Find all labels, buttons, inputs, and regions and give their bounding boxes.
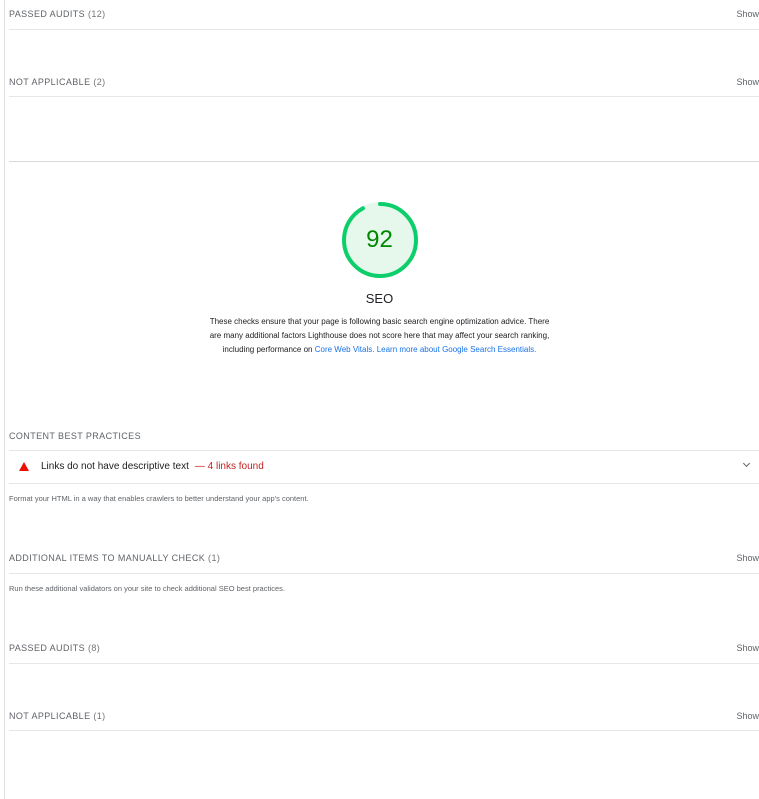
- group-description: Format your HTML in a way that enables c…: [9, 494, 309, 503]
- chevron-down-icon[interactable]: [742, 459, 751, 468]
- show-button[interactable]: Show: [736, 77, 759, 87]
- group-title: NOT APPLICABLE (2): [9, 77, 106, 87]
- audit-detail: — 4 links found: [194, 461, 264, 472]
- seo-learn-more-link[interactable]: Core Web Vitals. Learn more about Google…: [315, 345, 537, 354]
- seo-score-gauge[interactable]: 92: [340, 200, 420, 280]
- show-button[interactable]: Show: [736, 643, 759, 653]
- not-applicable-group-top[interactable]: NOT APPLICABLE (2) Show: [9, 77, 759, 87]
- content-best-practices-group: CONTENT BEST PRACTICES: [9, 431, 759, 441]
- seo-score-value: 92: [366, 226, 393, 253]
- group-description: Run these additional validators on your …: [9, 584, 285, 593]
- left-border: [4, 0, 5, 799]
- show-button[interactable]: Show: [736, 9, 759, 19]
- warning-triangle-icon: [19, 462, 29, 471]
- audit-title: Links do not have descriptive text: [41, 461, 189, 472]
- audit-link-text[interactable]: Links do not have descriptive text — 4 l…: [9, 450, 759, 483]
- group-count: (2): [93, 77, 106, 87]
- seo-description: These checks ensure that your page is fo…: [210, 315, 550, 357]
- group-title-text: NOT APPLICABLE: [9, 711, 91, 721]
- seo-category-header: 92 SEO These checks ensure that your pag…: [0, 200, 759, 357]
- group-title: NOT APPLICABLE (1): [9, 711, 106, 721]
- divider: [9, 29, 759, 30]
- manual-checks-group[interactable]: ADDITIONAL ITEMS TO MANUALLY CHECK (1) S…: [9, 553, 759, 563]
- divider: [9, 663, 759, 664]
- group-count: (12): [87, 9, 106, 19]
- group-title-text: ADDITIONAL ITEMS TO MANUALLY CHECK: [9, 553, 206, 563]
- divider: [9, 730, 759, 731]
- show-button[interactable]: Show: [736, 711, 759, 721]
- group-title: PASSED AUDITS (8): [9, 643, 100, 653]
- group-title: PASSED AUDITS (12): [9, 9, 106, 19]
- not-applicable-group-bottom[interactable]: NOT APPLICABLE (1) Show: [9, 711, 759, 721]
- group-title-text: PASSED AUDITS: [9, 9, 86, 19]
- passed-audits-group-top[interactable]: PASSED AUDITS (12) Show: [9, 9, 759, 19]
- group-count: (8): [87, 643, 101, 653]
- group-title: ADDITIONAL ITEMS TO MANUALLY CHECK (1): [9, 553, 220, 563]
- group-count: (1): [208, 553, 221, 563]
- show-button[interactable]: Show: [736, 553, 759, 563]
- divider: [9, 573, 759, 574]
- group-title: CONTENT BEST PRACTICES: [9, 431, 141, 441]
- passed-audits-group-bottom[interactable]: PASSED AUDITS (8) Show: [9, 643, 759, 653]
- group-title-text: NOT APPLICABLE: [9, 77, 91, 87]
- divider: [9, 96, 759, 97]
- group-title-text: PASSED AUDITS: [9, 643, 86, 653]
- divider: [9, 483, 759, 484]
- group-count: (1): [93, 711, 106, 721]
- seo-category-title: SEO: [365, 291, 394, 306]
- category-divider: [9, 161, 759, 162]
